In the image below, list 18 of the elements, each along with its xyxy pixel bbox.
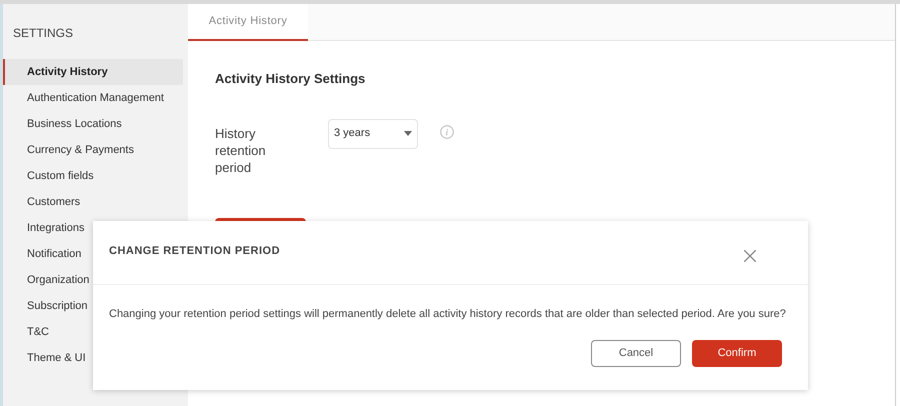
dialog-message: Changing your retention period settings will permanently delete all activity history records that are older than selected period. Are you sure? xyxy=(108,307,787,322)
field-label: History retention period xyxy=(215,124,267,176)
caret-icon xyxy=(404,131,412,136)
sidebar-title: SETTINGS xyxy=(12,25,74,42)
sidebar-item[interactable]: Authentication Management xyxy=(3,85,188,111)
dialog-title: CHANGE RETENTION PERIOD xyxy=(109,244,280,259)
section-title: Activity History Settings xyxy=(215,70,366,88)
sidebar-item[interactable]: Currency & Payments xyxy=(3,137,188,163)
tab[interactable]: Activity History xyxy=(188,4,308,41)
retention-select[interactable]: 3 years xyxy=(328,118,418,148)
sidebar-item[interactable]: Custom fields xyxy=(3,163,188,189)
confirm-button[interactable]: Confirm xyxy=(692,340,782,366)
sidebar-item[interactable]: Customers xyxy=(3,189,188,215)
sidebar-item[interactable]: Business Locations xyxy=(3,111,188,137)
close-icon[interactable] xyxy=(744,250,756,262)
sidebar-item[interactable]: Activity History xyxy=(3,59,183,85)
info-icon[interactable] xyxy=(440,124,454,138)
cancel-button[interactable]: Cancel xyxy=(591,340,681,366)
